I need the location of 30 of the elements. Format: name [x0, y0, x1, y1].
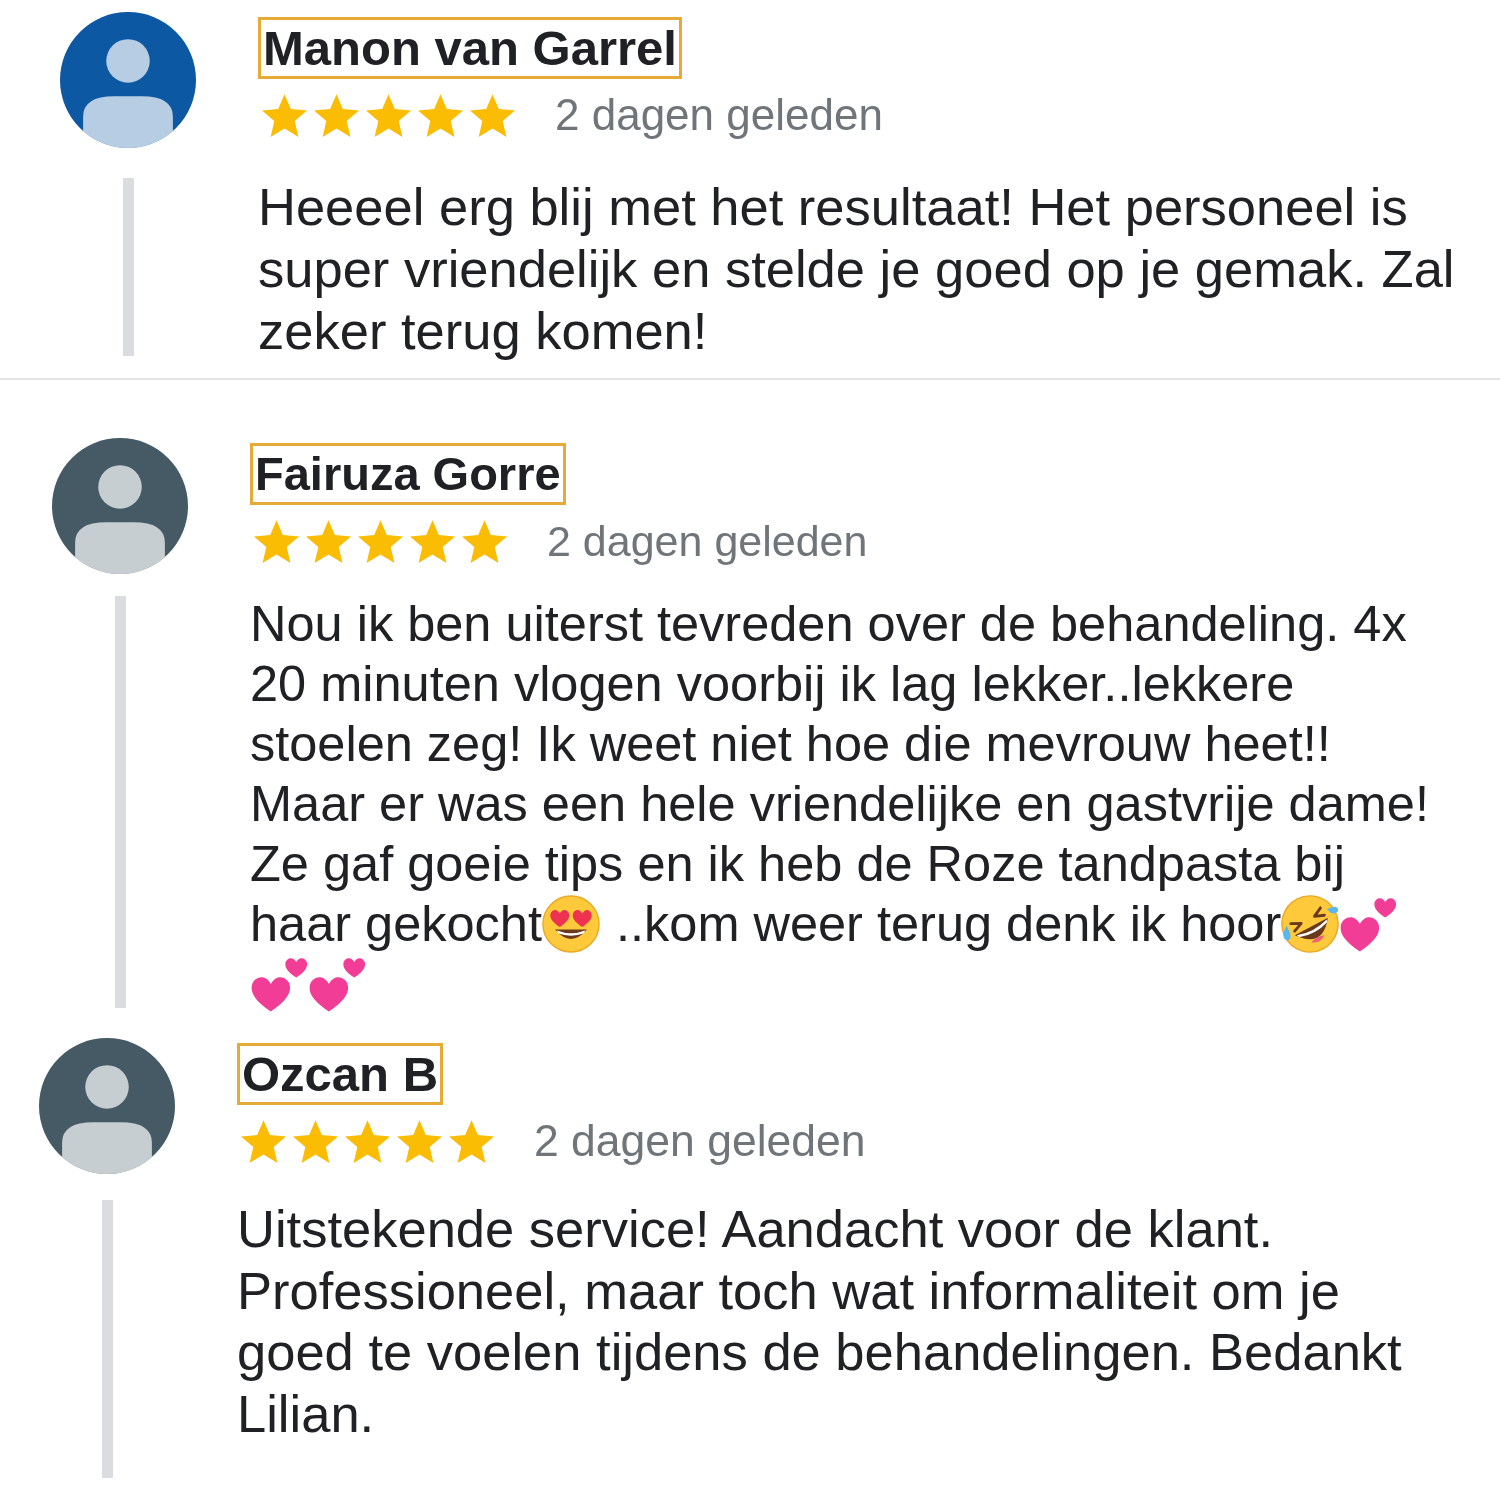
- review-date: 2 dagen geleden: [555, 92, 883, 138]
- review-text: Uitstekende service! Aandacht voor de klant. Professioneel, maar toch wat informaliteit om je goed te voelen tijdens de behandelingen. Bedankt Lilian.: [237, 1198, 1403, 1444]
- star-icon: [345, 1119, 390, 1163]
- star-icon: [366, 93, 411, 137]
- star-icon: [410, 519, 455, 563]
- star-icon: [262, 93, 307, 137]
- review-date: 2 dagen geleden: [534, 1118, 866, 1164]
- two-hearts-icon: [250, 955, 308, 1013]
- two-hearts-icon: [1339, 895, 1398, 953]
- star-icon: [462, 519, 507, 563]
- review-date: 2 dagen geleden: [547, 518, 868, 564]
- star-icon: [254, 519, 299, 563]
- star-icon: [470, 93, 515, 137]
- star-icon: [293, 1119, 338, 1163]
- star-icon: [306, 519, 351, 563]
- star-icon: [241, 1119, 286, 1163]
- star-icon: [314, 93, 359, 137]
- reviewer-name: Manon van Garrel: [258, 17, 682, 79]
- star-icon: [358, 519, 403, 563]
- review-text: ..kom weer terug denk ik hoor: [616, 895, 1282, 952]
- star-icon: [397, 1119, 442, 1163]
- laughing-face-icon: [1281, 895, 1340, 953]
- two-hearts-icon: [308, 955, 366, 1013]
- star-icon: [418, 93, 463, 137]
- review-text: haar gekocht: [250, 895, 542, 952]
- reviewer-name: Fairuza Gorre: [250, 443, 566, 505]
- star-icon: [449, 1119, 494, 1163]
- review-text: Heeeel erg blij met het resultaat! Het personeel is super vriendelijk en stelde je goed op je gemak. Zal zeker terug komen!: [258, 176, 1456, 362]
- heart-eyes-face-icon: [542, 895, 600, 953]
- reviewer-name: Ozcan B: [237, 1043, 444, 1105]
